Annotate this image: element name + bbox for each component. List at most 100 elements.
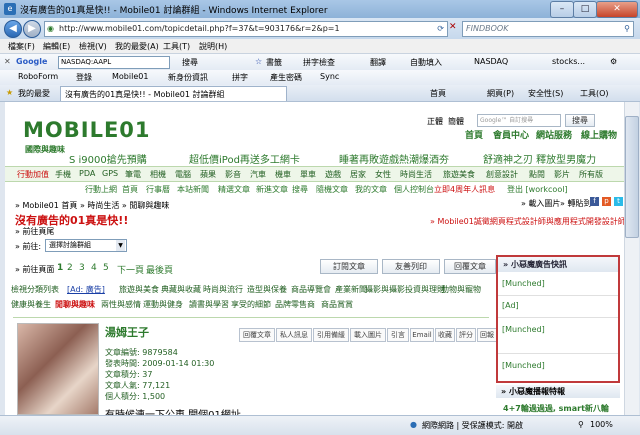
nav-8[interactable]: 影音	[225, 169, 241, 180]
author-avatar[interactable]	[17, 323, 99, 415]
nav-20[interactable]: 所有版	[579, 169, 603, 180]
cat-6[interactable]: 商品導覽會	[291, 284, 331, 295]
google-search-button[interactable]: 搜尋	[182, 57, 198, 68]
nav-3[interactable]: GPS	[102, 169, 118, 178]
sidebox-item-3[interactable]: [Munched]	[502, 325, 545, 334]
sidebox-item-4[interactable]: [Munched]	[502, 361, 545, 370]
breadcrumb[interactable]: » Mobile01 首頁 » 時尚生活 » 閒聊與趣味	[15, 200, 169, 211]
link-services[interactable]: 網站服務	[536, 128, 572, 141]
author-name[interactable]: 湯姆王子	[105, 324, 149, 340]
home-button[interactable]: 首頁	[430, 88, 446, 99]
autofill-button[interactable]: 自動填入	[410, 57, 442, 68]
search-icon[interactable]: ⚲	[624, 22, 630, 36]
nav-12[interactable]: 遊戲	[325, 169, 341, 180]
refresh-icon[interactable]: ⟳	[437, 22, 444, 36]
sidebox2-item[interactable]: 4+7輪過過過, smart新八輪	[503, 403, 609, 414]
back-button[interactable]: ◀	[4, 20, 22, 38]
nav-16[interactable]: 旅遊美食	[443, 169, 475, 180]
cat2-5[interactable]: 享受的細節	[231, 299, 271, 310]
google-search-input[interactable]: NASDAQ:AAPL	[58, 56, 170, 69]
menu-view[interactable]: 檢視(V)	[79, 41, 107, 52]
subnav-9[interactable]: 個人控制台	[394, 184, 434, 195]
forum-select[interactable]: 選擇討論群組 ▼	[45, 239, 127, 252]
nav-4[interactable]: 筆電	[125, 169, 141, 180]
maximize-button[interactable]: □	[573, 1, 597, 18]
menu-tools[interactable]: 工具(T)	[163, 41, 190, 52]
cat-8[interactable]: 攝影與攝影	[365, 284, 405, 295]
subnav-8[interactable]: 我的文章	[355, 184, 387, 195]
print-button[interactable]: 友善列印	[382, 259, 440, 274]
cat-list[interactable]: 檢視分類列表	[11, 284, 59, 295]
tools-menu[interactable]: 工具(O)	[580, 88, 609, 99]
page-4[interactable]: 4	[91, 263, 97, 273]
link-roboform[interactable]: RoboForm	[18, 72, 58, 81]
safety-menu[interactable]: 安全性(S)	[528, 88, 563, 99]
tag-cite[interactable]: 引言	[387, 328, 409, 342]
subnav-0[interactable]: 行動上網	[85, 184, 117, 195]
page-menu[interactable]: 網頁(P)	[487, 88, 514, 99]
nav-1[interactable]: 手機	[55, 169, 71, 180]
link-traditional[interactable]: 正體	[427, 116, 443, 127]
page-next[interactable]: 下一頁	[117, 263, 144, 276]
favorites-star-icon[interactable]: ★	[6, 88, 13, 97]
nasdaq-button[interactable]: NASDAQ	[474, 57, 508, 66]
nav-13[interactable]: 居家	[350, 169, 366, 180]
nav-17[interactable]: 創意設計	[486, 169, 518, 180]
menu-help[interactable]: 說明(H)	[199, 41, 227, 52]
page-3[interactable]: 3	[79, 263, 85, 273]
nav-7[interactable]: 蘋果	[200, 169, 216, 180]
load-images-link[interactable]: » 載入圖片	[521, 198, 560, 209]
menu-edit[interactable]: 編輯(E)	[43, 41, 70, 52]
menu-file[interactable]: 檔案(F)	[8, 41, 35, 52]
share-link[interactable]: » 轉貼到	[560, 198, 591, 209]
site-search-button[interactable]: 搜尋	[565, 114, 595, 127]
subnav-10[interactable]: 立即4周年人訊息	[434, 184, 495, 195]
nav-19[interactable]: 影片	[554, 169, 570, 180]
nav-6[interactable]: 電腦	[175, 169, 191, 180]
subscribe-button[interactable]: 訂閱文章	[320, 259, 378, 274]
link-mobile01[interactable]: Mobile01	[112, 72, 148, 81]
subnav-4[interactable]: 精選文章	[218, 184, 250, 195]
nav-15[interactable]: 時尚生活	[400, 169, 432, 180]
tag-reply[interactable]: 回覆文章	[239, 328, 275, 342]
cat-7[interactable]: 產業新聞	[335, 284, 367, 295]
page-2[interactable]: 2	[67, 263, 73, 273]
sidebox-item-1[interactable]: [Munched]	[502, 279, 545, 288]
subnav-2[interactable]: 行事曆	[146, 184, 170, 195]
page-last[interactable]: 最後頁	[146, 263, 173, 276]
tag-fav[interactable]: 收藏	[435, 328, 455, 342]
tab-active[interactable]: 沒有廣告的01真是快!! - Mobile01 討論群組	[60, 86, 287, 101]
link-home[interactable]: 首頁	[465, 128, 483, 141]
job-ad-link[interactable]: » Mobile01誠徵網頁程式設計師與應用程式開發設計師	[430, 216, 624, 227]
cat-2[interactable]: 旅遊與美食	[119, 284, 159, 295]
search-input[interactable]: FINDBOOK ⚲	[462, 21, 634, 37]
zoom-level[interactable]: 100%	[590, 420, 613, 429]
address-bar[interactable]: ◉ http://www.mobile01.com/topicdetail.ph…	[44, 21, 448, 37]
banner-3[interactable]: 睡著再敗遊戲熱潮爆酒夯	[339, 151, 449, 166]
link-spell[interactable]: 拼字	[232, 72, 248, 83]
cat-3[interactable]: 典藏與收藏	[161, 284, 201, 295]
cat2-2[interactable]: 兩性與感情	[101, 299, 141, 310]
link-password[interactable]: 產生密碼	[270, 72, 302, 83]
favorites-button[interactable]: 我的最愛	[18, 88, 50, 99]
nav-0[interactable]: 行動加值	[17, 169, 49, 180]
bookmark-button[interactable]: 書籤	[266, 57, 282, 68]
reply-button[interactable]: 回覆文章	[444, 259, 496, 274]
stocks-button[interactable]: stocks...	[552, 57, 585, 66]
sidebox-item-2[interactable]: [Ad]	[502, 301, 519, 310]
minimize-button[interactable]: –	[550, 1, 574, 18]
star-icon[interactable]: ☆	[255, 57, 262, 66]
facebook-icon[interactable]: f	[590, 197, 599, 206]
cat-5[interactable]: 造型與保養	[247, 284, 287, 295]
cat2-0[interactable]: 健康與養生	[11, 299, 51, 310]
link-sync[interactable]: Sync	[320, 72, 339, 81]
subnav-6[interactable]: 搜尋	[292, 184, 308, 195]
page-5[interactable]: 5	[103, 263, 109, 273]
nav-14[interactable]: 女性	[375, 169, 391, 180]
subnav-5[interactable]: 新進文章	[256, 184, 288, 195]
tag-pm[interactable]: 私人訊息	[276, 328, 312, 342]
cat2-4[interactable]: 讀書與學習	[189, 299, 229, 310]
page-1[interactable]: 1	[57, 263, 63, 273]
nav-11[interactable]: 單車	[300, 169, 316, 180]
spell-check-button[interactable]: 拼字檢查	[303, 57, 335, 68]
